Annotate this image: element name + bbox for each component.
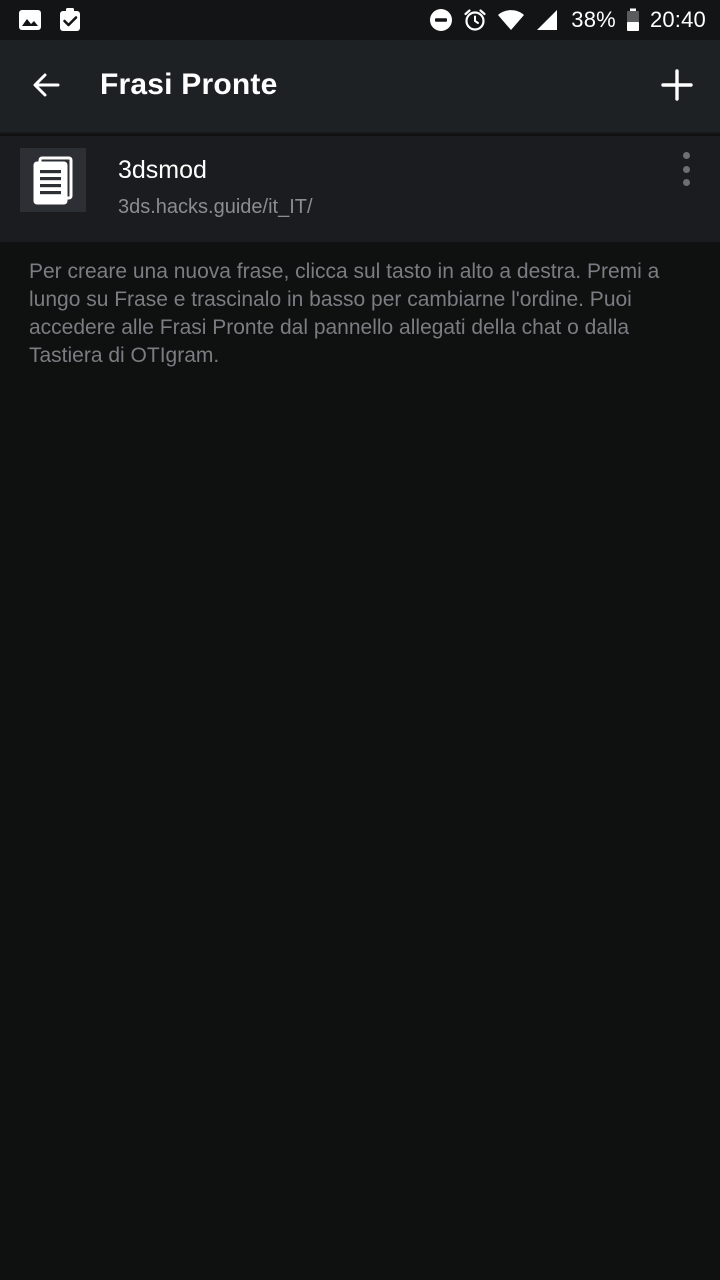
list-item-title: 3dsmod bbox=[118, 156, 207, 184]
back-button[interactable] bbox=[22, 65, 70, 109]
add-phrase-button[interactable] bbox=[654, 64, 700, 110]
more-vertical-icon bbox=[682, 152, 690, 159]
status-bar: 38% 20:40 bbox=[0, 0, 720, 40]
arrow-left-icon bbox=[31, 70, 61, 105]
status-time: 20:40 bbox=[649, 7, 706, 32]
image-icon bbox=[18, 8, 42, 32]
clipboard-check-icon bbox=[58, 8, 82, 32]
screen: 38% 20:40 Frasi Pronte 3dsmod 3ds.hacks.… bbox=[0, 0, 720, 1280]
status-bar-left bbox=[18, 8, 82, 32]
page-title: Frasi Pronte bbox=[100, 68, 278, 101]
help-text: Per creare una nuova frase, clicca sul t… bbox=[29, 260, 660, 367]
list-item-subtitle: 3ds.hacks.guide/it_IT/ bbox=[118, 196, 313, 218]
cell-signal-icon bbox=[535, 8, 559, 32]
wifi-icon bbox=[497, 8, 525, 32]
more-options-button[interactable] bbox=[672, 152, 700, 186]
status-bar-right: 38% 20:40 bbox=[429, 0, 706, 40]
battery-icon bbox=[626, 8, 640, 32]
battery-percent: 38% bbox=[571, 7, 616, 32]
alarm-icon bbox=[463, 8, 487, 32]
plus-icon bbox=[661, 68, 693, 106]
document-icon bbox=[20, 148, 86, 212]
app-bar: Frasi Pronte bbox=[0, 40, 720, 134]
do-not-disturb-icon bbox=[429, 8, 453, 32]
list-item[interactable]: 3dsmod 3ds.hacks.guide/it_IT/ bbox=[0, 136, 720, 242]
